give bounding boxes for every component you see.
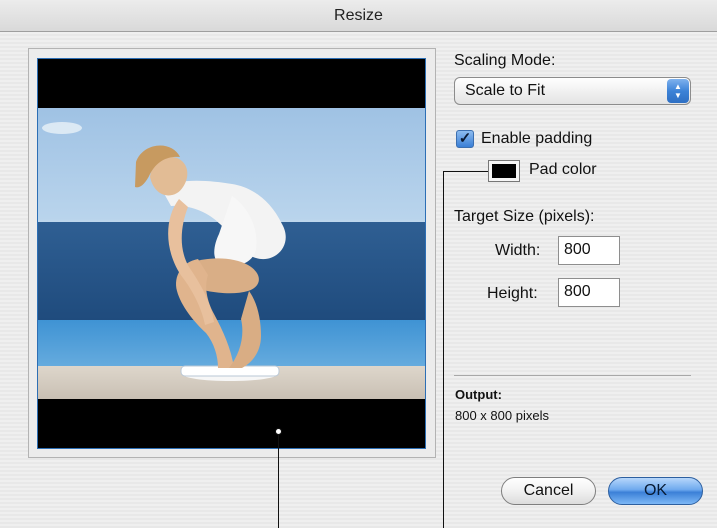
width-input[interactable]: 800	[558, 236, 620, 265]
output-value: 800 x 800 pixels	[455, 408, 549, 423]
dialog-title: Resize	[334, 7, 383, 24]
target-size-title: Target Size (pixels):	[454, 208, 595, 225]
enable-padding-checkbox[interactable]: ✓	[456, 130, 474, 148]
height-label: Height:	[487, 285, 538, 302]
preview-image	[37, 58, 426, 449]
pad-color-fill	[492, 164, 516, 178]
title-bar: Resize	[0, 0, 717, 32]
section-divider	[454, 375, 691, 376]
cancel-button[interactable]: Cancel	[501, 477, 596, 505]
width-label: Width:	[495, 242, 541, 259]
preview-callout-line	[278, 435, 279, 528]
preview-callout-dot	[275, 428, 282, 435]
pad-color-label: Pad color	[529, 161, 597, 178]
pad-color-swatch[interactable]	[488, 160, 520, 182]
scaling-mode-value: Scale to Fit	[465, 82, 546, 99]
scaling-mode-select[interactable]: Scale to Fit ▲ ▼	[454, 77, 691, 105]
updown-arrows-icon[interactable]: ▲ ▼	[667, 79, 689, 103]
ok-button[interactable]: OK	[608, 477, 703, 505]
pad-color-callout-connector	[443, 171, 492, 172]
output-title: Output:	[455, 387, 502, 402]
resize-dialog: Resize Scaling Mode: Scale to Fit ▲ ▼ ✓ …	[0, 0, 717, 528]
height-input[interactable]: 800	[558, 278, 620, 307]
photo-image	[38, 108, 425, 399]
pad-color-callout-line	[443, 171, 444, 528]
enable-padding-label: Enable padding	[481, 130, 593, 147]
photo-illustration	[38, 122, 425, 399]
scaling-mode-label: Scaling Mode:	[454, 52, 556, 69]
